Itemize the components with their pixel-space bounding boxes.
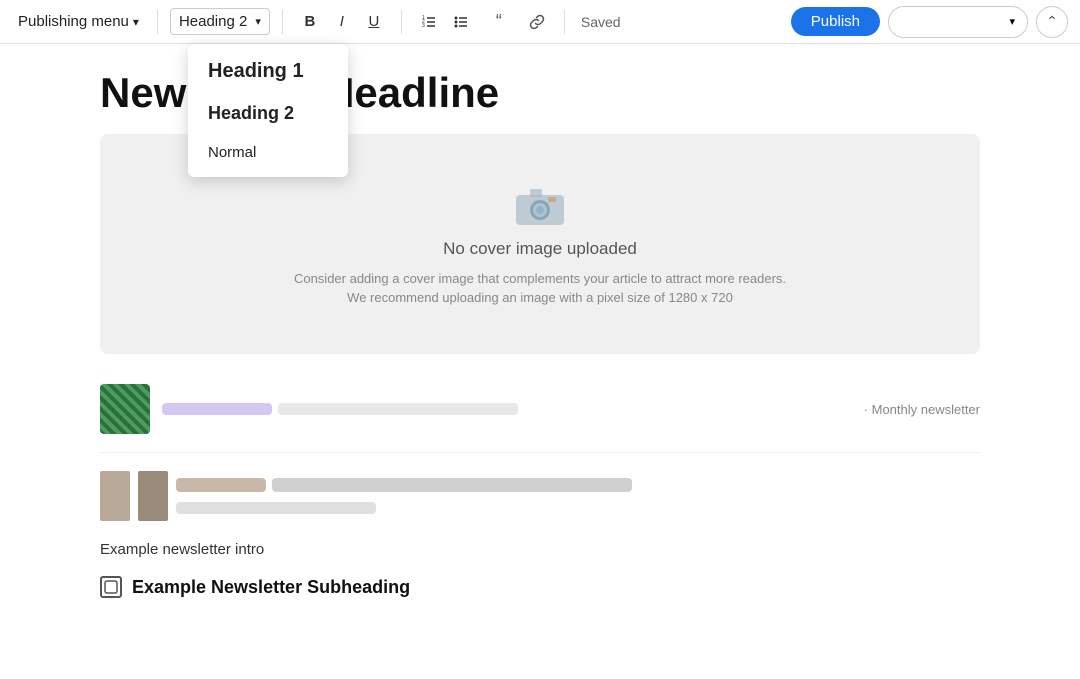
heading-select[interactable]: Heading 2 ▾: [170, 8, 270, 35]
audience-dropdown-chevron: ▾: [1009, 15, 1015, 28]
bar-gray-wide: [272, 478, 632, 492]
saved-status: Saved: [581, 14, 621, 30]
dropdown-item-heading1[interactable]: Heading 1: [188, 50, 348, 93]
subheading-row: Example Newsletter Subheading: [100, 576, 980, 598]
unordered-list-icon: [453, 14, 469, 30]
publishing-menu-button[interactable]: Publishing menu ▾: [12, 9, 145, 34]
heading-select-chevron-icon: ▾: [255, 15, 261, 28]
dropdown-item-heading2[interactable]: Heading 2: [188, 93, 348, 134]
toolbar-divider-1: [157, 10, 158, 34]
collapse-icon: ⌃: [1046, 13, 1058, 30]
article-thumbnail-2b: [138, 471, 168, 521]
article-row-2: [100, 471, 980, 521]
bars2-row2: [176, 502, 980, 514]
audience-dropdown[interactable]: ▾: [888, 6, 1028, 38]
article-row-1: · Monthly newsletter: [100, 384, 980, 453]
subheading-icon-inner: [104, 580, 118, 594]
cover-image-desc: Consider adding a cover image that compl…: [294, 269, 786, 308]
ordered-list-icon: 1 2 3: [421, 14, 437, 30]
article-bars-1: · Monthly newsletter: [162, 402, 980, 417]
main-content: Newsletter Headline No cover image uploa…: [0, 44, 1080, 679]
heading-select-label: Heading 2: [179, 13, 247, 30]
link-icon: [529, 14, 545, 30]
article-thumbnail-2a: [100, 471, 130, 521]
bar-gray-sm-medium: [176, 502, 376, 514]
article-thumb-inner: [100, 384, 150, 434]
article-bars-2: [176, 478, 980, 514]
camera-icon: [512, 181, 568, 229]
newsletter-intro[interactable]: Example newsletter intro: [100, 541, 980, 558]
svg-text:3: 3: [422, 23, 425, 29]
blockquote-button[interactable]: “: [484, 7, 514, 37]
underline-button[interactable]: U: [359, 7, 389, 37]
bars2-row1: [176, 478, 980, 492]
article-tag: · Monthly newsletter: [864, 402, 980, 417]
format-buttons: B I U: [295, 7, 389, 37]
italic-button[interactable]: I: [327, 7, 357, 37]
toolbar: Publishing menu ▾ Heading 2 ▾ B I U 1 2 …: [0, 0, 1080, 44]
publishing-menu-chevron-icon: ▾: [133, 15, 139, 29]
bar-light: [278, 403, 518, 415]
toolbar-divider-4: [564, 10, 565, 34]
publishing-menu-label: Publishing menu: [18, 13, 129, 30]
cover-image-title: No cover image uploaded: [443, 239, 637, 259]
bar-tan: [176, 478, 266, 492]
article-thumbnail-1: [100, 384, 150, 434]
bar-purple: [162, 403, 272, 415]
link-button[interactable]: [522, 7, 552, 37]
list-icons: 1 2 3: [414, 7, 476, 37]
toolbar-right: Publish ▾ ⌃: [791, 6, 1068, 38]
bar-row-1: · Monthly newsletter: [162, 402, 980, 417]
collapse-button[interactable]: ⌃: [1036, 6, 1068, 38]
subheading-text[interactable]: Example Newsletter Subheading: [132, 577, 410, 598]
subheading-icon: [100, 576, 122, 598]
ordered-list-button[interactable]: 1 2 3: [414, 7, 444, 37]
bold-button[interactable]: B: [295, 7, 325, 37]
publish-button[interactable]: Publish: [791, 7, 880, 36]
dropdown-item-normal[interactable]: Normal: [188, 134, 348, 171]
cover-image-desc-line2: We recommend uploading an image with a p…: [294, 288, 786, 308]
unordered-list-button[interactable]: [446, 7, 476, 37]
toolbar-divider-2: [282, 10, 283, 34]
toolbar-divider-3: [401, 10, 402, 34]
cover-image-desc-line1: Consider adding a cover image that compl…: [294, 269, 786, 289]
heading-dropdown: Heading 1 Heading 2 Normal: [188, 44, 348, 177]
